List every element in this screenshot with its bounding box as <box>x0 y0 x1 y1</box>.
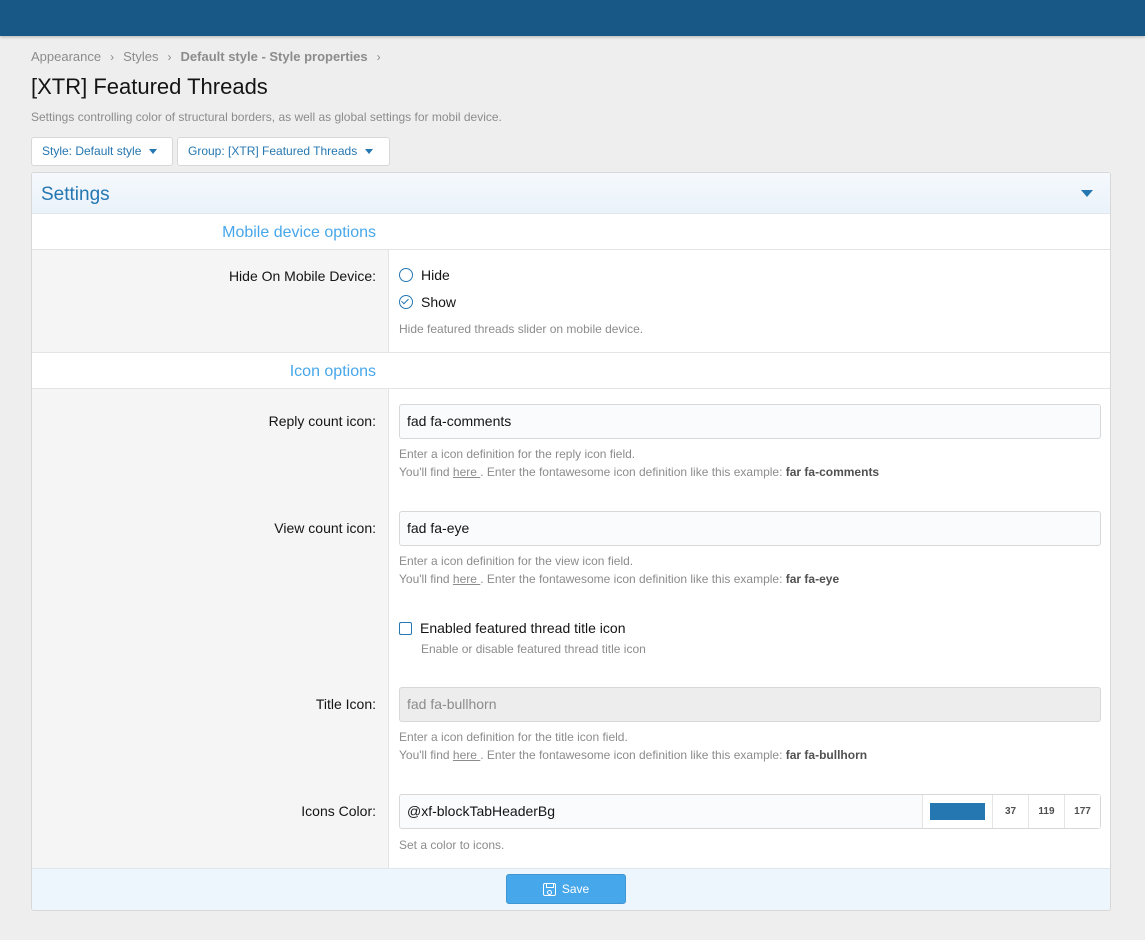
save-button[interactable]: Save <box>506 874 626 904</box>
title-explain-mid: . Enter the fontawesome icon definition … <box>480 748 786 762</box>
icon-options-rows: Reply count icon: fad fa-comments Enter … <box>32 389 1110 869</box>
section-heading-mobile: Mobile device options <box>32 214 1110 250</box>
title-icon-checkbox-hint: Enable or disable featured thread title … <box>421 642 646 656</box>
page-title: [XTR] Featured Threads <box>31 74 268 99</box>
view-explain-pre: You'll find <box>399 572 453 586</box>
breadcrumb-appearance[interactable]: Appearance <box>31 49 101 64</box>
reply-here-link[interactable]: here <box>453 465 480 479</box>
color-swatch <box>930 803 985 820</box>
section-heading-icon: Icon options <box>32 353 1110 389</box>
view-icon-input[interactable]: fad fa-eye <box>399 511 1101 546</box>
reply-explain-pre: You'll find <box>399 465 453 479</box>
icons-color-label: Icons Color: <box>301 803 376 819</box>
color-swatch-button[interactable] <box>922 795 992 828</box>
chevron-right-icon: › <box>167 49 172 64</box>
form-submit-row: Save <box>32 868 1110 910</box>
title-icon-checkbox[interactable]: Enabled featured thread title icon <box>399 620 625 636</box>
view-explain-line1: Enter a icon definition for the view ico… <box>399 554 634 568</box>
reply-icon-label: Reply count icon: <box>268 413 376 429</box>
page-description: Settings controlling color of structural… <box>31 110 502 124</box>
breadcrumb-style-properties[interactable]: Default style - Style properties <box>181 49 368 64</box>
reply-explain-line2: You'll find here . Enter the fontawesome… <box>399 463 879 481</box>
title-explain-line2: You'll find here . Enter the fontawesome… <box>399 746 867 764</box>
settings-block: Settings Mobile device options Hide On M… <box>31 172 1111 911</box>
color-blue-value: 177 <box>1064 795 1100 828</box>
settings-block-header[interactable]: Settings <box>32 173 1110 214</box>
reply-explain-line1: Enter a icon definition for the reply ic… <box>399 447 636 461</box>
color-green-value: 119 <box>1028 795 1064 828</box>
breadcrumb: Appearance › Styles › Default style - St… <box>31 49 390 64</box>
save-icon <box>542 882 556 896</box>
hide-on-mobile-explain: Hide featured threads slider on mobile d… <box>399 322 644 336</box>
block-header-title: Settings <box>41 184 110 205</box>
icons-color-input[interactable]: @xf-blockTabHeaderBg 37 119 177 <box>399 794 1101 829</box>
title-icon-explain: Enter a icon definition for the title ic… <box>399 728 867 764</box>
form-row-hide-on-mobile: Hide On Mobile Device: Hide Show Hide fe… <box>32 250 1110 353</box>
group-filter-button[interactable]: Group: [XTR] Featured Threads <box>177 137 390 166</box>
radio-show-label: Show <box>421 294 457 310</box>
reply-icon-input[interactable]: fad fa-comments <box>399 404 1101 439</box>
radio-hide[interactable]: Hide <box>399 267 450 283</box>
radio-checked-icon <box>399 295 413 309</box>
save-button-label: Save <box>561 882 590 896</box>
reply-explain-mid: . Enter the fontawesome icon definition … <box>480 465 786 479</box>
title-icon-label: Title Icon: <box>315 696 376 712</box>
view-explain-line2: You'll find here . Enter the fontawesome… <box>399 570 839 588</box>
view-explain-mid: . Enter the fontawesome icon definition … <box>480 572 786 586</box>
group-filter-label: Group: [XTR] Featured Threads <box>188 144 358 158</box>
section-heading-label: Mobile device options <box>222 224 376 241</box>
caret-down-icon <box>365 149 374 154</box>
breadcrumb-styles[interactable]: Styles <box>123 49 158 64</box>
reply-icon-explain: Enter a icon definition for the reply ic… <box>399 445 879 481</box>
color-red-value: 37 <box>992 795 1028 828</box>
hide-on-mobile-label: Hide On Mobile Device: <box>228 268 376 284</box>
view-icon-label: View count icon: <box>274 520 376 536</box>
style-filter-button[interactable]: Style: Default style <box>31 137 173 166</box>
collapse-caret-icon[interactable] <box>1081 190 1093 197</box>
title-icon-input[interactable]: fad fa-bullhorn <box>399 687 1101 722</box>
section-heading-label: Icon options <box>289 363 376 380</box>
caret-down-icon <box>149 149 158 154</box>
view-icon-explain: Enter a icon definition for the view ico… <box>399 552 839 588</box>
chevron-right-icon: › <box>110 49 115 64</box>
style-filter-label: Style: Default style <box>42 144 142 158</box>
radio-hide-label: Hide <box>421 267 450 283</box>
title-explain-line1: Enter a icon definition for the title ic… <box>399 730 628 744</box>
view-explain-example: far fa-eye <box>785 572 840 586</box>
radio-show[interactable]: Show <box>399 294 456 310</box>
reply-explain-example: far fa-comments <box>785 465 880 479</box>
chevron-right-icon: › <box>376 49 381 64</box>
title-here-link[interactable]: here <box>453 748 480 762</box>
title-icon-checkbox-label: Enabled featured thread title icon <box>420 620 626 636</box>
radio-unchecked-icon <box>399 268 413 282</box>
top-navigation-bar <box>0 0 1145 36</box>
icons-color-explain: Set a color to icons. <box>399 838 505 852</box>
title-explain-pre: You'll find <box>399 748 453 762</box>
checkbox-unchecked-icon <box>399 621 412 635</box>
view-here-link[interactable]: here <box>453 572 480 586</box>
title-explain-example: far fa-bullhorn <box>785 748 868 762</box>
icons-color-value[interactable]: @xf-blockTabHeaderBg <box>400 795 922 828</box>
